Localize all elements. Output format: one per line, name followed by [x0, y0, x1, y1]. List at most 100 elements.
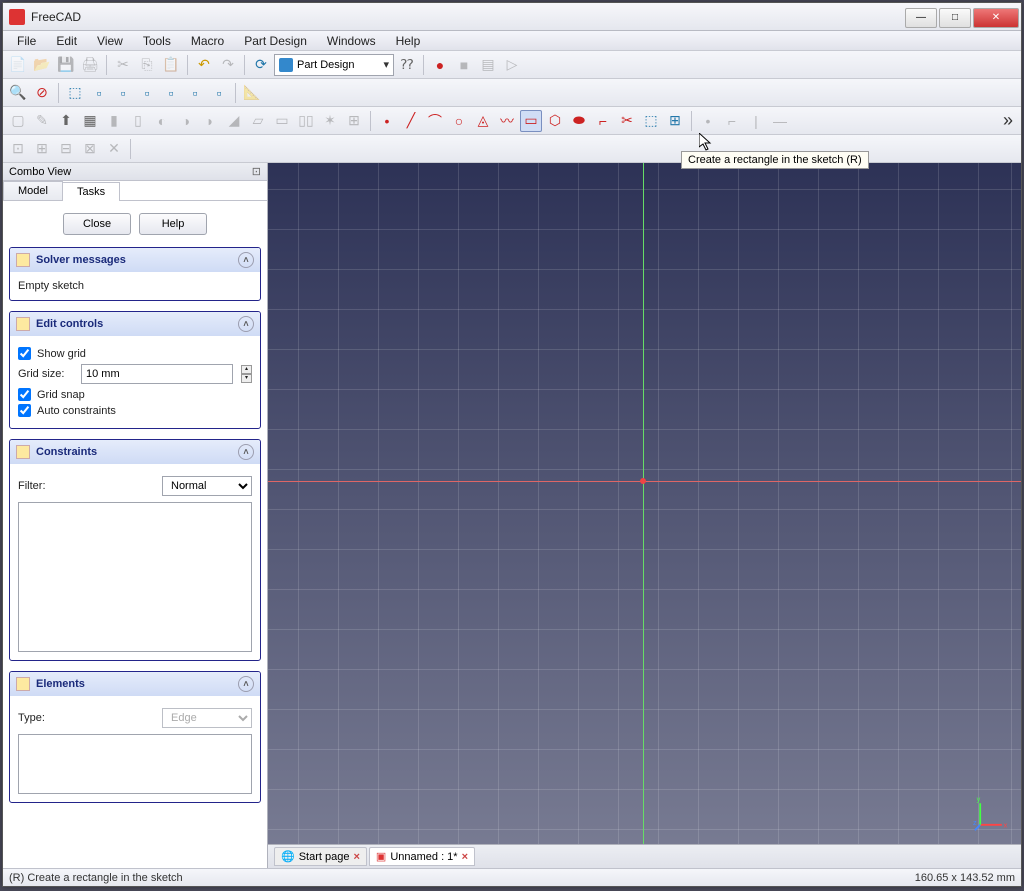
- iso-view-icon[interactable]: ⬚: [64, 82, 86, 104]
- menu-macro[interactable]: Macro: [181, 31, 234, 50]
- elements-panel-header[interactable]: Elements ˄: [10, 672, 260, 696]
- pointon-icon[interactable]: ⌐: [721, 110, 743, 132]
- grid-snap-check[interactable]: Grid snap: [18, 388, 252, 401]
- mirror-icon[interactable]: ▭: [271, 110, 293, 132]
- conic-icon[interactable]: ◬: [472, 110, 494, 132]
- groove-icon[interactable]: ◑: [175, 110, 197, 132]
- menu-edit[interactable]: Edit: [46, 31, 87, 50]
- collapse-icon[interactable]: ˄: [238, 316, 254, 332]
- linpattern-icon[interactable]: ▯▯: [295, 110, 317, 132]
- new-icon[interactable]: 📄: [7, 54, 29, 76]
- close-button[interactable]: ✕: [973, 8, 1019, 28]
- record-macro-icon[interactable]: ●: [429, 54, 451, 76]
- pad-icon[interactable]: ▮: [103, 110, 125, 132]
- collapse-icon[interactable]: ˄: [238, 676, 254, 692]
- point-icon[interactable]: •: [376, 110, 398, 132]
- close-tab-icon[interactable]: ×: [353, 851, 359, 863]
- elements-list[interactable]: [18, 734, 252, 794]
- close-task-button[interactable]: Close: [63, 213, 131, 235]
- edit-panel-header[interactable]: Edit controls ˄: [10, 312, 260, 336]
- redo-icon[interactable]: ↷: [217, 54, 239, 76]
- macro-list-icon[interactable]: ▤: [477, 54, 499, 76]
- grid-size-spinner[interactable]: ▴▾: [241, 365, 252, 383]
- fillet-icon[interactable]: ◗: [199, 110, 221, 132]
- top-view-icon[interactable]: ▫: [136, 82, 158, 104]
- multitrans-icon[interactable]: ⊞: [343, 110, 365, 132]
- whatsthis-icon[interactable]: ⁇: [396, 54, 418, 76]
- doc-tab-startpage[interactable]: 🌐 Start page ×: [274, 847, 367, 866]
- rear-view-icon[interactable]: ▫: [160, 82, 182, 104]
- grid-snap-input[interactable]: [18, 388, 31, 401]
- titlebar[interactable]: FreeCAD — □ ✕: [3, 3, 1021, 31]
- undo-icon[interactable]: ↶: [193, 54, 215, 76]
- help-task-button[interactable]: Help: [139, 213, 207, 235]
- bottom-view-icon[interactable]: ▫: [184, 82, 206, 104]
- menu-tools[interactable]: Tools: [133, 31, 181, 50]
- drawstyle-icon[interactable]: ⊘: [31, 82, 53, 104]
- c5-icon[interactable]: ✕: [103, 138, 125, 160]
- polyline-icon[interactable]: 〰: [496, 110, 518, 132]
- c4-icon[interactable]: ⊠: [79, 138, 101, 160]
- combo-view-header[interactable]: Combo View: [3, 163, 267, 181]
- solver-panel-header[interactable]: Solver messages ˄: [10, 248, 260, 272]
- open-icon[interactable]: 📂: [31, 54, 53, 76]
- polarpattern-icon[interactable]: ✶: [319, 110, 341, 132]
- stop-macro-icon[interactable]: ■: [453, 54, 475, 76]
- arc-icon[interactable]: ⌒: [424, 110, 446, 132]
- rev-icon[interactable]: ◐: [151, 110, 173, 132]
- filter-select[interactable]: Normal: [162, 476, 252, 496]
- save-icon[interactable]: 💾: [55, 54, 77, 76]
- vertical-icon[interactable]: |: [745, 110, 767, 132]
- tab-model[interactable]: Model: [3, 181, 63, 200]
- leave-sketch-icon[interactable]: ⬆: [55, 110, 77, 132]
- horizontal-icon[interactable]: —: [769, 110, 791, 132]
- menu-partdesign[interactable]: Part Design: [234, 31, 317, 50]
- measure-icon[interactable]: 📐: [241, 82, 263, 104]
- ext-geom-icon[interactable]: ⬚: [640, 110, 662, 132]
- new-sketch-icon[interactable]: ▢: [7, 110, 29, 132]
- slot-icon[interactable]: ⬬: [568, 110, 590, 132]
- copy-icon[interactable]: ⎘: [136, 54, 158, 76]
- show-grid-check[interactable]: Show grid: [18, 347, 252, 360]
- workbench-selector[interactable]: Part Design: [274, 54, 394, 76]
- draft-icon[interactable]: ▱: [247, 110, 269, 132]
- chamfer-icon[interactable]: ◢: [223, 110, 245, 132]
- type-select[interactable]: Edge: [162, 708, 252, 728]
- construction-icon[interactable]: ⊞: [664, 110, 686, 132]
- constraints-panel-header[interactable]: Constraints ˄: [10, 440, 260, 464]
- map-sketch-icon[interactable]: ▦: [79, 110, 101, 132]
- refresh-icon[interactable]: ⟳: [250, 54, 272, 76]
- menu-view[interactable]: View: [87, 31, 133, 50]
- maximize-button[interactable]: □: [939, 8, 971, 28]
- toolbar-overflow-icon[interactable]: »: [999, 110, 1017, 131]
- edit-sketch-icon[interactable]: ✎: [31, 110, 53, 132]
- close-tab-icon[interactable]: ×: [462, 851, 468, 863]
- left-view-icon[interactable]: ▫: [208, 82, 230, 104]
- pocket-icon[interactable]: ▯: [127, 110, 149, 132]
- 3d-viewport[interactable]: x y z 🌐 Start page × ▣ Unnamed : 1* ×: [268, 163, 1021, 868]
- line-icon[interactable]: ╱: [400, 110, 422, 132]
- collapse-icon[interactable]: ˄: [238, 252, 254, 268]
- fillet-sk-icon[interactable]: ⌐: [592, 110, 614, 132]
- grid-size-input[interactable]: [81, 364, 233, 384]
- run-macro-icon[interactable]: ▷: [501, 54, 523, 76]
- front-view-icon[interactable]: ▫: [88, 82, 110, 104]
- collapse-icon[interactable]: ˄: [238, 444, 254, 460]
- paste-icon[interactable]: 📋: [160, 54, 182, 76]
- c1-icon[interactable]: ⊡: [7, 138, 29, 160]
- show-grid-input[interactable]: [18, 347, 31, 360]
- auto-constraints-check[interactable]: Auto constraints: [18, 404, 252, 417]
- constraints-list[interactable]: [18, 502, 252, 652]
- coincident-icon[interactable]: •: [697, 110, 719, 132]
- doc-tab-unnamed[interactable]: ▣ Unnamed : 1* ×: [369, 847, 475, 866]
- right-view-icon[interactable]: ▫: [112, 82, 134, 104]
- circle-icon[interactable]: ○: [448, 110, 470, 132]
- c3-icon[interactable]: ⊟: [55, 138, 77, 160]
- fit-all-icon[interactable]: 🔍: [7, 82, 29, 104]
- auto-constraints-input[interactable]: [18, 404, 31, 417]
- polygon-icon[interactable]: ⬡: [544, 110, 566, 132]
- menu-file[interactable]: File: [7, 31, 46, 50]
- menu-help[interactable]: Help: [386, 31, 431, 50]
- minimize-button[interactable]: —: [905, 8, 937, 28]
- menu-windows[interactable]: Windows: [317, 31, 386, 50]
